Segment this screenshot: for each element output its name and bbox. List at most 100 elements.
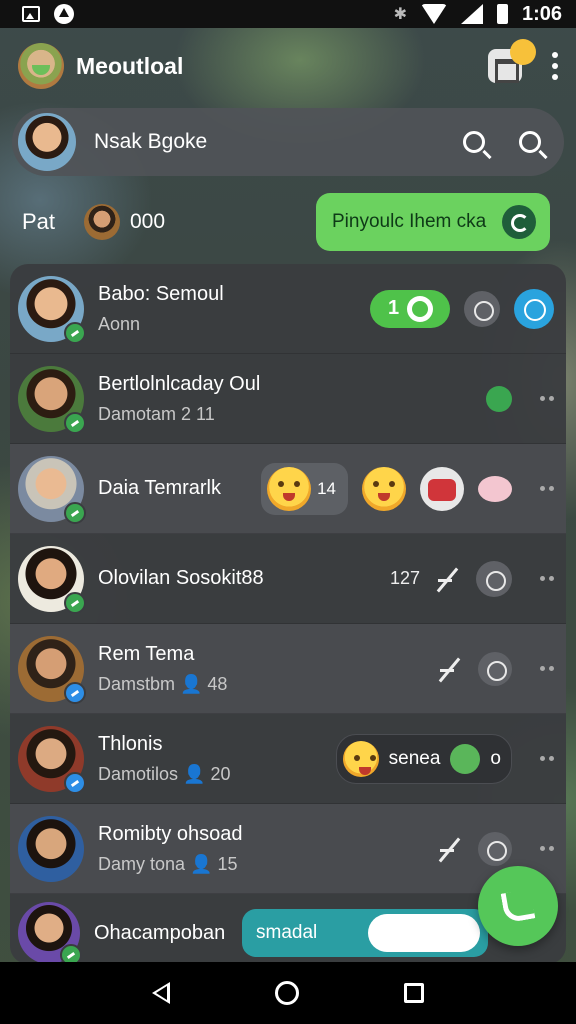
overflow-menu-button[interactable]	[552, 52, 558, 80]
clock-icon[interactable]	[478, 651, 512, 686]
clock-icon[interactable]	[478, 831, 512, 866]
find-button[interactable]	[510, 122, 550, 162]
chat-row[interactable]: Olovilan Sosokit88 127	[10, 534, 566, 624]
avatar	[18, 635, 86, 704]
reaction-count: o	[490, 747, 501, 769]
chat-name: Romibty ohsoad	[98, 822, 243, 845]
profile-name: Nsak Bgoke	[94, 130, 208, 153]
more-options-button[interactable]	[540, 846, 554, 851]
invite-button-label: Pinyoulc Ihem cka	[332, 211, 487, 232]
online-badge-icon	[60, 944, 82, 964]
status-row: Pat 000 Pinyoulc Ihem cka	[22, 190, 550, 254]
sticker-icon[interactable]	[420, 466, 464, 511]
search-icon	[463, 131, 485, 153]
emoji-icon[interactable]	[362, 466, 406, 511]
more-options-button[interactable]	[540, 756, 554, 761]
new-call-button[interactable]	[478, 866, 558, 946]
battery-icon	[496, 4, 508, 24]
chat-row[interactable]: Babo: Semoul Aonn 1	[10, 264, 566, 354]
reply-input-value: smadal	[256, 922, 318, 943]
avatar	[18, 365, 86, 434]
emoji-icon	[450, 743, 481, 774]
unread-count: 1	[388, 297, 400, 319]
chat-row[interactable]: Bertlolnlcaday Oul Damotam 2 11	[10, 354, 566, 444]
home-icon[interactable]	[274, 981, 299, 1005]
avatar	[18, 902, 82, 964]
chat-name: Babo: Semoul	[98, 282, 224, 305]
status-avatar[interactable]	[84, 204, 120, 240]
avatar[interactable]	[18, 113, 76, 171]
avatar	[18, 725, 86, 794]
more-options-button[interactable]	[540, 486, 554, 491]
new-chat-button[interactable]	[488, 39, 536, 83]
avatar	[18, 455, 86, 524]
reaction-chip[interactable]: senea o	[335, 733, 512, 784]
avatar	[18, 815, 84, 882]
read-receipt-icon	[436, 835, 464, 863]
whatsapp-icon	[407, 295, 434, 322]
refresh-icon	[502, 205, 536, 239]
reply-input[interactable]: smadal	[242, 909, 488, 957]
verified-badge-icon	[64, 681, 86, 704]
online-badge-icon	[64, 591, 86, 614]
message-icon[interactable]	[514, 288, 554, 329]
chat-preview: Damstbm 👤 48	[98, 673, 228, 694]
attach-button[interactable]	[368, 914, 480, 952]
invite-button[interactable]: Pinyoulc Ihem cka	[316, 193, 550, 251]
chat-preview: Damotam 2 11	[98, 403, 215, 424]
chat-preview: Aonn	[98, 313, 141, 334]
chat-preview: Damy tona 👤 15	[98, 853, 238, 874]
signal-icon	[460, 4, 483, 24]
chat-row[interactable]: Daia Temrarlk 14	[10, 444, 566, 534]
chat-name: Daia Temrarlk	[98, 477, 221, 499]
more-options-button[interactable]	[540, 576, 554, 581]
app-title: Meoutloal	[76, 52, 184, 79]
unread-badge[interactable]: 1	[370, 289, 450, 328]
gallery-icon	[22, 6, 40, 22]
chat-row[interactable]: Romibty ohsoad Damy tona 👤 15	[10, 804, 566, 894]
chat-bubble-icon[interactable]	[478, 475, 512, 502]
chat-name: Thlonis	[98, 732, 163, 755]
status-label: Pat	[22, 209, 56, 234]
reaction-text: senea	[388, 747, 441, 769]
online-badge-icon	[64, 321, 86, 344]
online-badge-icon	[64, 411, 86, 434]
read-receipt-icon	[436, 655, 464, 683]
read-receipt-icon	[434, 565, 462, 593]
verified-badge-icon	[64, 771, 86, 794]
avatar	[18, 275, 86, 344]
chat-row[interactable]: Thlonis Damotilos 👤 20 senea o	[10, 714, 566, 804]
magnifier-icon	[519, 131, 541, 153]
chat-meta: 127	[389, 568, 420, 588]
chat-name: Olovilan Sosokit88	[98, 567, 264, 589]
more-options-button[interactable]	[540, 396, 554, 401]
emoji-icon	[510, 39, 536, 65]
bluetooth-icon: ✱	[393, 6, 407, 23]
sync-icon[interactable]	[464, 290, 500, 327]
more-options-button[interactable]	[540, 666, 554, 671]
navigation-bar	[0, 962, 576, 1024]
search-button[interactable]	[454, 122, 494, 162]
chat-preview: Damotilos 👤 20	[98, 763, 231, 784]
online-status-icon	[486, 385, 512, 412]
notification-icon	[54, 4, 74, 24]
chat-row[interactable]: Rem Tema Damstbm 👤 48	[10, 624, 566, 714]
phone-icon	[500, 888, 536, 924]
chat-list[interactable]: Babo: Semoul Aonn 1 Bertlolnlcaday Oul D…	[10, 264, 566, 964]
reaction-count: 14	[317, 478, 336, 498]
back-icon[interactable]	[152, 982, 171, 1004]
search-bar[interactable]: Nsak Bgoke	[12, 108, 564, 176]
app-header: Meoutloal	[18, 38, 558, 94]
app-logo-icon	[18, 43, 64, 89]
status-time: 1:06	[521, 2, 562, 25]
chat-name: Bertlolnlcaday Oul	[98, 372, 261, 395]
recents-icon[interactable]	[403, 983, 424, 1003]
wifi-icon	[420, 4, 447, 24]
emoji-icon	[342, 740, 379, 777]
pin-icon[interactable]	[476, 560, 512, 597]
reaction-chip[interactable]: 14	[261, 462, 348, 515]
chat-name: Ohacampoban	[94, 921, 226, 944]
status-bar: ✱ 1:06	[0, 0, 576, 28]
status-count: 000	[130, 210, 166, 233]
emoji-icon	[267, 466, 312, 511]
